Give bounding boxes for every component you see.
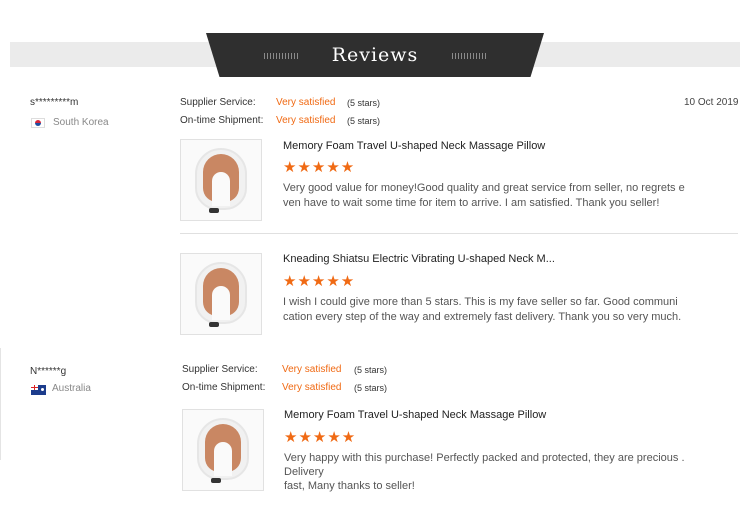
south-korea-flag-icon <box>31 118 45 128</box>
neck-pillow-image <box>195 262 247 327</box>
left-border <box>0 348 1 460</box>
reviewer-name: s*********m <box>30 97 79 108</box>
on-time-shipment-value: Very satisfied <box>276 115 336 126</box>
review-text-line: ven have to wait some time for item to a… <box>283 197 660 209</box>
supplier-service-value: Very satisfied <box>276 97 336 108</box>
neck-pillow-image <box>195 148 247 213</box>
rating-stars: ★★★★★ <box>283 273 356 290</box>
product-thumbnail[interactable] <box>180 253 262 335</box>
review-text-line: Delivery <box>284 466 324 478</box>
review-text-line: Very happy with this purchase! Perfectly… <box>284 452 685 464</box>
product-title-link[interactable]: Memory Foam Travel U-shaped Neck Massage… <box>283 140 545 152</box>
reviewer-country: Australia <box>52 383 91 394</box>
product-thumbnail[interactable] <box>182 409 264 491</box>
reviewer-name: N******g <box>30 366 67 377</box>
rating-stars: ★★★★★ <box>284 429 357 446</box>
on-time-shipment-label: On-time Shipment: <box>180 115 264 126</box>
page-title: Reviews <box>331 44 419 66</box>
review-text-line: cation every step of the way and extreme… <box>283 311 682 323</box>
supplier-service-stars: (5 stars) <box>354 365 388 375</box>
supplier-service-stars: (5 stars) <box>347 98 381 108</box>
neck-pillow-image <box>197 418 249 483</box>
rating-stars: ★★★★★ <box>283 159 356 176</box>
review-text-line: Very good value for money!Good quality a… <box>283 182 685 194</box>
review-text-line: I wish I could give more than 5 stars. T… <box>283 296 678 308</box>
australia-flag-icon <box>31 385 46 395</box>
on-time-shipment-label: On-time Shipment: <box>182 382 266 393</box>
on-time-shipment-stars: (5 stars) <box>347 116 381 126</box>
on-time-shipment-value: Very satisfied <box>282 382 342 393</box>
product-thumbnail[interactable] <box>180 139 262 221</box>
product-title-link[interactable]: Memory Foam Travel U-shaped Neck Massage… <box>284 409 546 421</box>
supplier-service-value: Very satisfied <box>282 364 342 375</box>
hatch-decoration-right <box>452 53 488 59</box>
review-date: 10 Oct 2019 <box>684 97 739 108</box>
on-time-shipment-stars: (5 stars) <box>354 383 388 393</box>
supplier-service-label: Supplier Service: <box>182 364 258 375</box>
item-divider <box>180 233 738 234</box>
product-title-link[interactable]: Kneading Shiatsu Electric Vibrating U-sh… <box>283 253 555 265</box>
reviewer-country: South Korea <box>53 117 109 128</box>
supplier-service-label: Supplier Service: <box>180 97 256 108</box>
review-text-line: fast, Many thanks to seller! <box>284 480 415 492</box>
reviews-banner: Reviews <box>206 33 544 77</box>
